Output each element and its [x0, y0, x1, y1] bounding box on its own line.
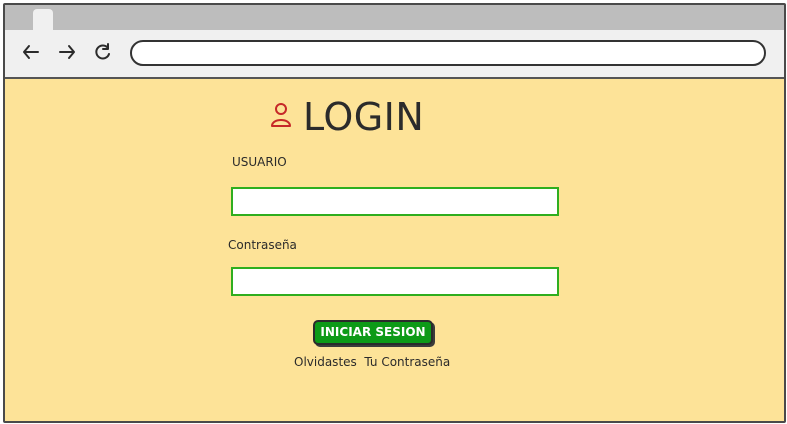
forgot-password-link[interactable]: Olvidastes Tu Contraseña: [294, 355, 450, 369]
browser-window: LOGIN USUARIO Contraseña INICIAR SESION …: [3, 3, 786, 423]
navigation-bar: [5, 30, 784, 79]
browser-tab[interactable]: [33, 9, 53, 30]
login-page: LOGIN USUARIO Contraseña INICIAR SESION …: [5, 79, 784, 421]
tab-bar: [5, 5, 784, 30]
page-title: LOGIN: [303, 95, 425, 139]
password-field[interactable]: [231, 267, 559, 296]
login-header: LOGIN: [269, 94, 424, 140]
arrow-right-icon[interactable]: [55, 40, 79, 64]
arrow-left-icon[interactable]: [19, 40, 43, 64]
username-label: USUARIO: [232, 155, 287, 169]
username-field[interactable]: [231, 187, 559, 216]
login-button[interactable]: INICIAR SESION: [313, 320, 433, 345]
password-label: Contraseña: [228, 238, 297, 252]
user-icon: [269, 101, 293, 133]
address-bar[interactable]: [130, 40, 766, 66]
reload-icon[interactable]: [91, 40, 115, 64]
